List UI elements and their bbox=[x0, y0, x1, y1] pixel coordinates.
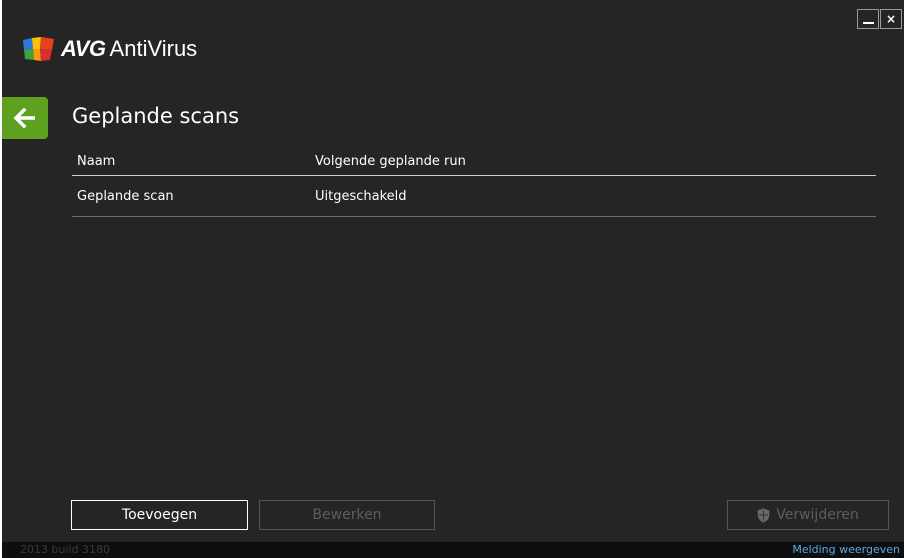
page-title: Geplande scans bbox=[72, 104, 240, 128]
avg-logo-icon bbox=[23, 37, 55, 61]
column-header-next-run[interactable]: Volgende geplande run bbox=[315, 154, 876, 169]
brand-header: AVG AntiVirus bbox=[23, 36, 197, 62]
cell-next-run: Uitgeschakeld bbox=[315, 188, 407, 204]
delete-button[interactable]: Verwijderen bbox=[727, 500, 889, 530]
product-name: AntiVirus bbox=[109, 36, 198, 61]
show-notification-link[interactable]: Melding weergeven bbox=[792, 542, 900, 558]
close-button[interactable]: × bbox=[880, 9, 902, 29]
add-button[interactable]: Toevoegen bbox=[71, 500, 248, 530]
shield-icon bbox=[757, 508, 770, 523]
delete-button-label: Verwijderen bbox=[776, 507, 859, 523]
back-arrow-icon bbox=[13, 108, 35, 128]
status-bar: 2013 build 3180 Melding weergeven bbox=[2, 542, 904, 558]
cell-scan-name: Geplande scan bbox=[77, 188, 174, 204]
minimize-button[interactable] bbox=[857, 9, 879, 29]
close-icon: × bbox=[885, 12, 897, 26]
minimize-icon bbox=[862, 22, 874, 24]
app-window: × AVG AntiVirus Geplande scans Naam Volg… bbox=[2, 0, 904, 558]
back-button[interactable] bbox=[2, 97, 48, 139]
table-row[interactable]: Geplande scan Uitgeschakeld bbox=[72, 176, 876, 217]
table-header: Naam Volgende geplande run bbox=[72, 147, 876, 176]
version-label: 2013 build 3180 bbox=[20, 543, 111, 556]
scans-table: Naam Volgende geplande run Geplande scan… bbox=[72, 147, 876, 217]
column-header-name[interactable]: Naam bbox=[72, 154, 315, 169]
brand-name: AVG bbox=[61, 36, 106, 61]
window-controls: × bbox=[857, 9, 902, 29]
edit-button[interactable]: Bewerken bbox=[259, 500, 435, 530]
